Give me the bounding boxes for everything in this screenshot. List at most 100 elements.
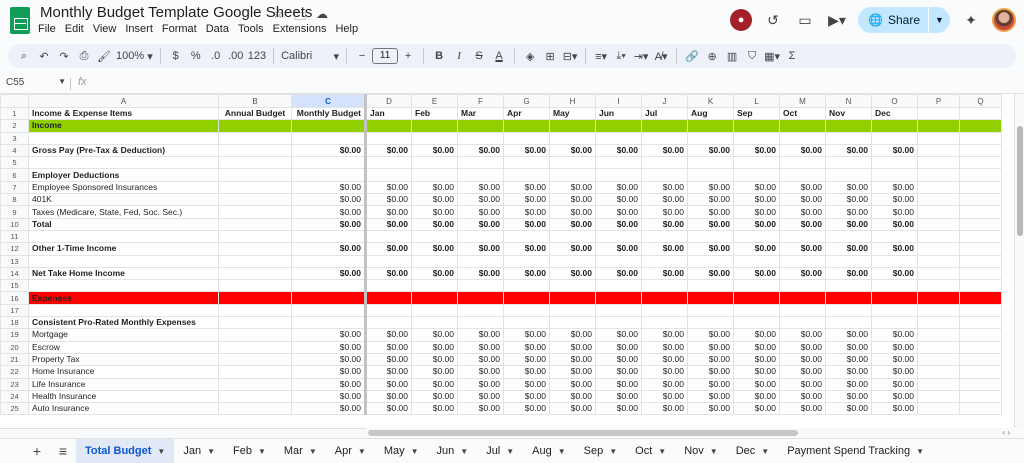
cell[interactable]: [365, 316, 412, 330]
row-header[interactable]: 22: [0, 365, 29, 379]
cell[interactable]: $0.00: [595, 266, 642, 281]
cell[interactable]: $0.00: [291, 340, 367, 354]
cell[interactable]: $0.00: [365, 266, 412, 281]
cell[interactable]: [779, 168, 826, 182]
cell[interactable]: [218, 402, 292, 416]
column-header-c[interactable]: C: [291, 94, 367, 108]
cell[interactable]: $0.00: [733, 402, 780, 416]
cell[interactable]: [917, 328, 960, 342]
menu-file[interactable]: File: [38, 23, 56, 35]
chevron-down-icon[interactable]: ▼: [916, 447, 924, 456]
cell[interactable]: [871, 291, 918, 305]
cell[interactable]: [365, 254, 412, 268]
font-select[interactable]: Calibri ▾: [279, 46, 341, 66]
cell[interactable]: Monthly Budget: [291, 106, 367, 121]
cell[interactable]: Escrow: [28, 340, 219, 354]
sheet-tab-oct[interactable]: Oct ▼: [626, 439, 675, 463]
cell[interactable]: [641, 254, 688, 268]
cell[interactable]: [733, 168, 780, 182]
cell[interactable]: $0.00: [733, 377, 780, 391]
cell[interactable]: $0.00: [503, 205, 550, 219]
cell[interactable]: $0.00: [825, 266, 872, 281]
cell[interactable]: Feb: [411, 106, 458, 121]
cell[interactable]: [733, 156, 780, 170]
chevron-down-icon[interactable]: ▼: [258, 447, 266, 456]
strikethrough-icon[interactable]: S: [469, 46, 489, 66]
cell[interactable]: [917, 377, 960, 391]
cell[interactable]: [959, 131, 1002, 145]
cell[interactable]: Home Insurance: [28, 365, 219, 379]
cell[interactable]: [825, 316, 872, 330]
cell[interactable]: $0.00: [457, 365, 504, 379]
cell[interactable]: $0.00: [549, 365, 596, 379]
cell[interactable]: [959, 365, 1002, 379]
cell[interactable]: [733, 291, 780, 305]
cell[interactable]: [641, 291, 688, 305]
cell[interactable]: $0.00: [549, 402, 596, 416]
cell[interactable]: [595, 279, 642, 293]
cell[interactable]: $0.00: [871, 352, 918, 367]
cell[interactable]: [411, 119, 458, 133]
cell[interactable]: [733, 254, 780, 268]
cell[interactable]: $0.00: [503, 266, 550, 281]
row-header[interactable]: 10: [0, 217, 29, 231]
cell[interactable]: [218, 389, 292, 404]
cell[interactable]: [28, 156, 219, 170]
cell[interactable]: $0.00: [457, 352, 504, 367]
cell[interactable]: [411, 168, 458, 182]
cell[interactable]: $0.00: [365, 217, 412, 231]
share-button[interactable]: 🌐 Share: [858, 7, 928, 33]
cell[interactable]: [825, 168, 872, 182]
cell[interactable]: $0.00: [825, 242, 872, 256]
cell[interactable]: [687, 254, 734, 268]
cell[interactable]: [825, 254, 872, 268]
cell[interactable]: $0.00: [365, 328, 412, 342]
cell[interactable]: [457, 229, 504, 244]
cell[interactable]: [917, 205, 960, 219]
cell[interactable]: [457, 303, 504, 318]
cell[interactable]: Consistent Pro-Rated Monthly Expenses: [28, 316, 219, 330]
cell[interactable]: $0.00: [457, 143, 504, 158]
cell[interactable]: [825, 119, 872, 133]
cell[interactable]: $0.00: [503, 217, 550, 231]
cell[interactable]: $0.00: [365, 389, 412, 404]
cell[interactable]: [959, 340, 1002, 354]
cell[interactable]: Employee Sponsored Insurances: [28, 180, 219, 195]
cell[interactable]: Net Take Home Income: [28, 266, 219, 281]
increase-font-size-button[interactable]: +: [398, 46, 418, 66]
search-icon[interactable]: ⌕: [14, 46, 34, 66]
cell[interactable]: $0.00: [411, 365, 458, 379]
cell[interactable]: [917, 254, 960, 268]
cell[interactable]: Nov: [825, 106, 872, 121]
cell[interactable]: $0.00: [411, 143, 458, 158]
cell[interactable]: [365, 119, 412, 133]
cell[interactable]: [917, 168, 960, 182]
cell[interactable]: [503, 303, 550, 318]
chevron-down-icon[interactable]: ▼: [460, 447, 468, 456]
functions-icon[interactable]: Σ: [782, 46, 802, 66]
cell[interactable]: $0.00: [733, 266, 780, 281]
cell[interactable]: $0.00: [411, 242, 458, 256]
cell[interactable]: [457, 168, 504, 182]
cell[interactable]: $0.00: [871, 402, 918, 416]
cell[interactable]: $0.00: [779, 377, 826, 391]
cell[interactable]: $0.00: [291, 402, 367, 416]
cell[interactable]: Gross Pay (Pre-Tax & Deduction): [28, 143, 219, 158]
cell[interactable]: $0.00: [733, 193, 780, 207]
cell[interactable]: [959, 402, 1002, 416]
cell[interactable]: [549, 168, 596, 182]
cell[interactable]: $0.00: [733, 242, 780, 256]
cell[interactable]: $0.00: [365, 365, 412, 379]
row-header[interactable]: 19: [0, 328, 29, 342]
cell[interactable]: $0.00: [641, 352, 688, 367]
cell[interactable]: $0.00: [779, 402, 826, 416]
horizontal-scroll-thumb[interactable]: [368, 430, 798, 436]
row-header[interactable]: 8: [0, 193, 29, 207]
cell[interactable]: $0.00: [825, 328, 872, 342]
cell[interactable]: $0.00: [411, 180, 458, 195]
cell[interactable]: $0.00: [457, 193, 504, 207]
cell[interactable]: $0.00: [641, 143, 688, 158]
cell[interactable]: [641, 229, 688, 244]
sheet-tab-dec[interactable]: Dec ▼: [727, 439, 778, 463]
menu-view[interactable]: View: [93, 23, 117, 35]
